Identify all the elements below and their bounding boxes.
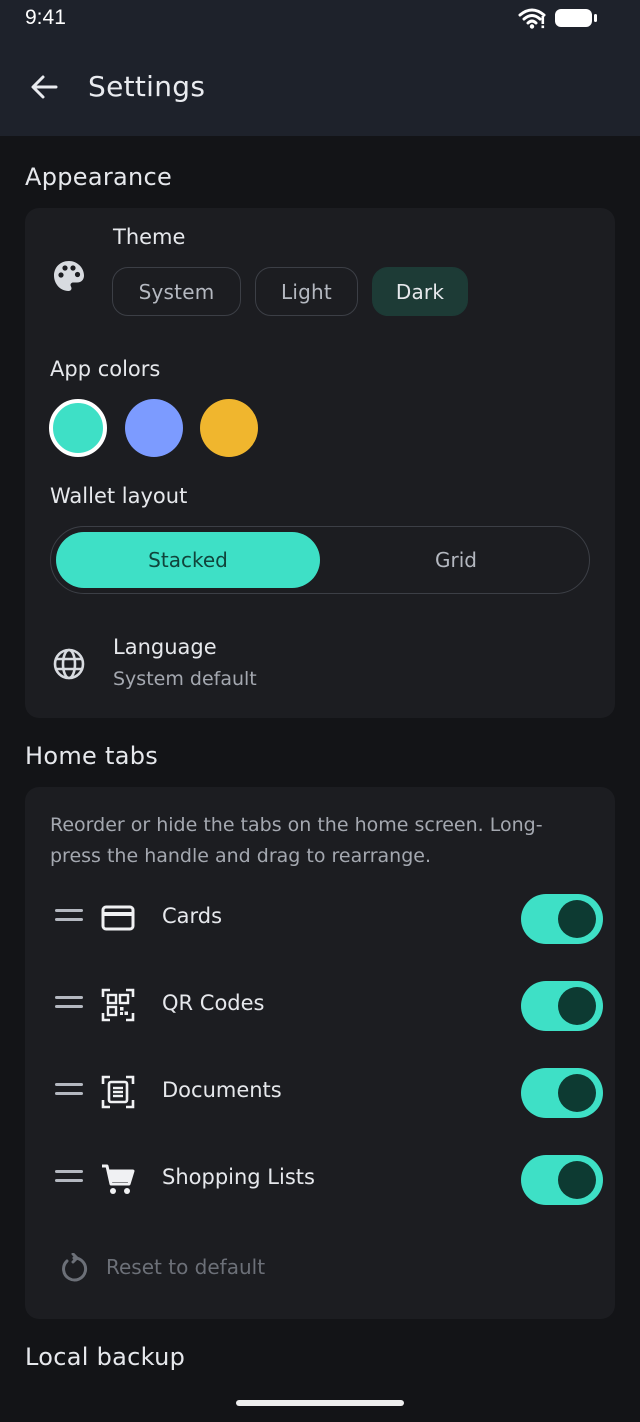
drag-handle-icon[interactable] bbox=[55, 996, 83, 1014]
status-time: 9:41 bbox=[25, 6, 66, 29]
back-arrow-icon[interactable] bbox=[28, 70, 60, 104]
toggle-qr-codes[interactable] bbox=[521, 981, 603, 1031]
app-colors-label: App colors bbox=[50, 357, 161, 381]
wallet-layout-grid[interactable]: Grid bbox=[327, 532, 585, 588]
tab-label: Shopping Lists bbox=[162, 1165, 315, 1189]
wifi-icon bbox=[518, 8, 546, 29]
theme-label: Theme bbox=[113, 225, 186, 249]
tab-label: QR Codes bbox=[162, 991, 265, 1015]
tab-label: Documents bbox=[162, 1078, 282, 1102]
home-tabs-section-title: Home tabs bbox=[25, 742, 159, 770]
reset-icon bbox=[62, 1253, 88, 1282]
page-title: Settings bbox=[88, 70, 206, 103]
toggle-cards[interactable] bbox=[521, 894, 603, 944]
card-icon bbox=[101, 905, 135, 931]
document-icon bbox=[101, 1075, 135, 1109]
wallet-layout-label: Wallet layout bbox=[50, 484, 188, 508]
top-app-bar: 9:41 Settings bbox=[0, 0, 640, 136]
tab-row-shopping-lists: Shopping Lists bbox=[25, 1150, 615, 1210]
qr-code-icon bbox=[101, 988, 135, 1022]
tab-row-qr-codes: QR Codes bbox=[25, 976, 615, 1036]
drag-handle-icon[interactable] bbox=[55, 1170, 83, 1188]
reset-to-default-button[interactable]: Reset to default bbox=[58, 1248, 318, 1288]
wallet-layout-toggle: Stacked Grid bbox=[50, 526, 590, 594]
drag-handle-icon[interactable] bbox=[55, 1083, 83, 1101]
palette-icon bbox=[54, 261, 84, 291]
globe-icon bbox=[53, 648, 85, 680]
color-swatch-blue[interactable] bbox=[125, 399, 183, 457]
language-value: System default bbox=[113, 668, 257, 690]
toggle-documents[interactable] bbox=[521, 1068, 603, 1118]
color-swatch-teal[interactable] bbox=[49, 399, 107, 457]
local-backup-section-title: Local backup bbox=[25, 1343, 186, 1371]
theme-chip-light[interactable]: Light bbox=[255, 267, 358, 316]
toggle-shopping-lists[interactable] bbox=[521, 1155, 603, 1205]
wallet-layout-stacked[interactable]: Stacked bbox=[56, 532, 320, 588]
color-swatch-amber[interactable] bbox=[200, 399, 258, 457]
language-title[interactable]: Language bbox=[113, 635, 217, 659]
tab-row-documents: Documents bbox=[25, 1063, 615, 1123]
tab-label: Cards bbox=[162, 904, 223, 928]
reset-label: Reset to default bbox=[106, 1255, 266, 1279]
drag-handle-icon[interactable] bbox=[55, 909, 83, 927]
battery-icon bbox=[555, 9, 597, 27]
theme-chip-system[interactable]: System bbox=[112, 267, 241, 316]
home-tabs-description: Reorder or hide the tabs on the home scr… bbox=[50, 814, 543, 867]
home-indicator bbox=[236, 1400, 404, 1406]
tab-row-cards: Cards bbox=[25, 889, 615, 949]
cart-icon bbox=[102, 1164, 135, 1194]
theme-chip-dark[interactable]: Dark bbox=[372, 267, 468, 316]
appearance-section-title: Appearance bbox=[25, 163, 173, 191]
